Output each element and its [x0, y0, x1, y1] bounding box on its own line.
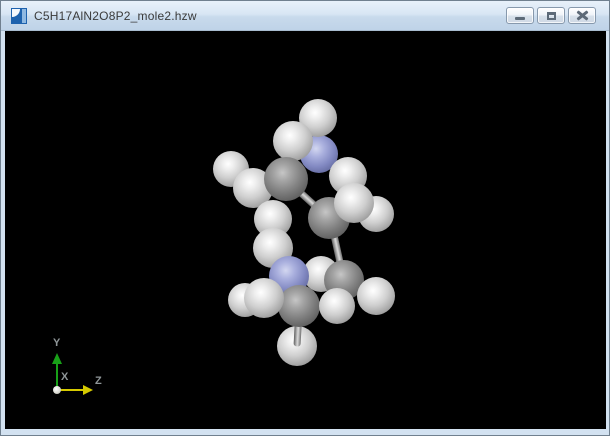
- axis-origin-dot: [53, 386, 61, 394]
- atom-h[interactable]: [319, 288, 355, 324]
- axis-x-label: X: [61, 371, 69, 383]
- titlebar[interactable]: C5H17AlN2O8P2_mole2.hzw: [1, 1, 609, 31]
- maximize-button[interactable]: [537, 7, 565, 24]
- window-title: C5H17AlN2O8P2_mole2.hzw: [34, 8, 197, 23]
- atom-h[interactable]: [244, 278, 284, 318]
- window-controls: [506, 7, 596, 24]
- axis-z-arrow: [57, 389, 85, 391]
- atom-h[interactable]: [273, 121, 313, 161]
- minimize-icon: [515, 17, 525, 20]
- atom-c[interactable]: [278, 285, 320, 327]
- atom-h[interactable]: [334, 183, 374, 223]
- app-logo-icon[interactable]: [11, 7, 27, 24]
- restore-icon: [546, 11, 556, 20]
- molecule-viewport[interactable]: Y X Z: [5, 31, 606, 429]
- app-window: C5H17AlN2O8P2_mole2.hzw Y X Z: [0, 0, 610, 436]
- axis-indicator: Y X Z: [45, 337, 115, 413]
- atom-c[interactable]: [264, 157, 308, 201]
- axis-y-arrowhead-icon: [52, 348, 62, 364]
- minimize-button[interactable]: [506, 7, 534, 24]
- axis-z-label: Z: [95, 375, 102, 387]
- close-button[interactable]: [568, 7, 596, 24]
- close-icon: [577, 11, 588, 20]
- atom-h[interactable]: [357, 277, 395, 315]
